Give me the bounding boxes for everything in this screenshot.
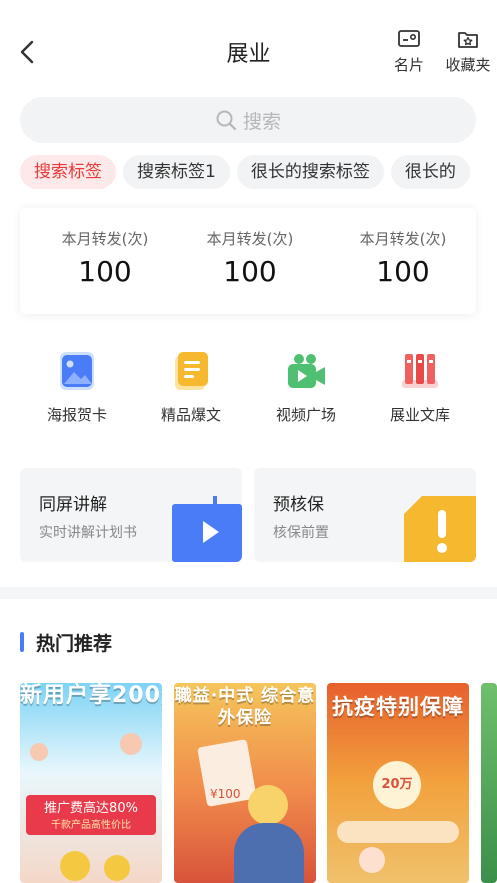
poster-list: 新用户享200元福利 推广费高达80% 千款产品高性价比 職益·中式 综合意外保… [20, 683, 497, 883]
poster-card-icon [60, 352, 94, 390]
library-icon [402, 354, 438, 388]
card-subtitle: 核保前置 [273, 525, 329, 541]
card-title: 预核保 [273, 495, 324, 515]
grid-item-label: 视频广场 [275, 406, 336, 424]
poster-item[interactable]: 新用户享200元福利 推广费高达80% 千款产品高性价比 [20, 683, 162, 883]
favorites-button[interactable]: 收藏夹 [440, 28, 496, 75]
stat-label: 本月转发(次) [206, 230, 294, 248]
coin-icon [104, 855, 130, 881]
search-icon [216, 110, 237, 131]
article-icon [175, 352, 208, 390]
poster-figure [120, 733, 142, 755]
poster-item[interactable]: 職益·中式 综合意外保险 ¥100 [174, 683, 316, 883]
stats-panel: 本月转发(次) 100 本月转发(次) 100 本月转发(次) 100 [20, 208, 476, 314]
stat-label: 本月转发(次) [61, 230, 149, 248]
grid-item-label: 展业文库 [389, 406, 450, 424]
grid-item-label: 精品爆文 [160, 406, 221, 424]
grid-item-library[interactable]: 展业文库 [370, 348, 470, 425]
feature-cards: 同屏讲解 实时讲解计划书 预核保 核保前置 [20, 468, 476, 562]
stat-item: 本月转发(次) 100 [30, 228, 180, 288]
card-title: 同屏讲解 [39, 495, 107, 515]
search-tags: 搜索标签 搜索标签1 很长的搜索标签 很长的 [20, 155, 497, 189]
section-title: 热门推荐 [36, 632, 113, 655]
poster-figure [30, 743, 48, 761]
section-divider [0, 587, 497, 599]
pre-underwriting-card[interactable]: 预核保 核保前置 [254, 468, 476, 562]
business-card-button[interactable]: 名片 [381, 28, 437, 75]
poster-worker-helmet [248, 785, 288, 825]
stat-value: 100 [223, 255, 277, 288]
stat-item: 本月转发(次) 100 [328, 228, 478, 288]
grid-item-label: 海报贺卡 [46, 406, 107, 424]
play-board-icon [172, 496, 242, 562]
poster-amount: 20万 [381, 777, 413, 792]
poster-badge: 推广费高达80% 千款产品高性价比 [26, 795, 156, 835]
search-tag[interactable]: 搜索标签 [20, 155, 116, 189]
coin-icon [60, 851, 90, 881]
poster-price: ¥100 [210, 787, 241, 801]
favorites-label: 收藏夹 [445, 56, 491, 74]
poster-figure [359, 847, 385, 873]
business-card-label: 名片 [393, 56, 424, 74]
stat-value: 100 [78, 255, 132, 288]
stat-item: 本月转发(次) 100 [175, 228, 325, 288]
card-subtitle: 实时讲解计划书 [39, 525, 137, 541]
stat-label: 本月转发(次) [359, 230, 447, 248]
poster-badge-main: 推广费高达80% [44, 801, 138, 816]
stat-value: 100 [376, 255, 430, 288]
poster-caption-bg [337, 821, 459, 843]
video-square-icon [288, 354, 325, 388]
search-input[interactable]: 搜索 [20, 97, 476, 143]
grid-item-article[interactable]: 精品爆文 [141, 348, 241, 425]
search-placeholder: 搜索 [242, 110, 281, 133]
poster-title: 抗疫特别保障 [332, 695, 464, 719]
grid-item-poster[interactable]: 海报贺卡 [27, 348, 127, 425]
hot-section-header: 热门推荐 [20, 630, 113, 655]
feature-grid: 海报贺卡 精品爆文 视频广场 展业文库 [20, 348, 476, 428]
grid-item-video[interactable]: 视频广场 [256, 348, 356, 425]
poster-item[interactable] [481, 683, 497, 883]
poster-item[interactable]: 抗疫特别保障 20万 [327, 683, 469, 883]
poster-title: 職益·中式 综合意外保险 [174, 686, 316, 728]
poster-title: 新用户享200元福利 [20, 683, 162, 708]
poster-badge-sub: 千款产品高性价比 [51, 820, 131, 831]
poster-worker-body [234, 823, 304, 883]
folder-star-icon [458, 32, 478, 48]
section-accent-bar [20, 632, 24, 652]
search-tag[interactable]: 搜索标签1 [123, 155, 230, 189]
header: 展业 名片 收藏夹 [0, 0, 497, 96]
search-tag[interactable]: 很长的搜索标签 [236, 155, 384, 189]
id-card-icon [398, 30, 420, 47]
search-tag[interactable]: 很长的 [390, 155, 470, 189]
screen-share-card[interactable]: 同屏讲解 实时讲解计划书 [20, 468, 242, 562]
shield-alert-icon [404, 496, 476, 562]
